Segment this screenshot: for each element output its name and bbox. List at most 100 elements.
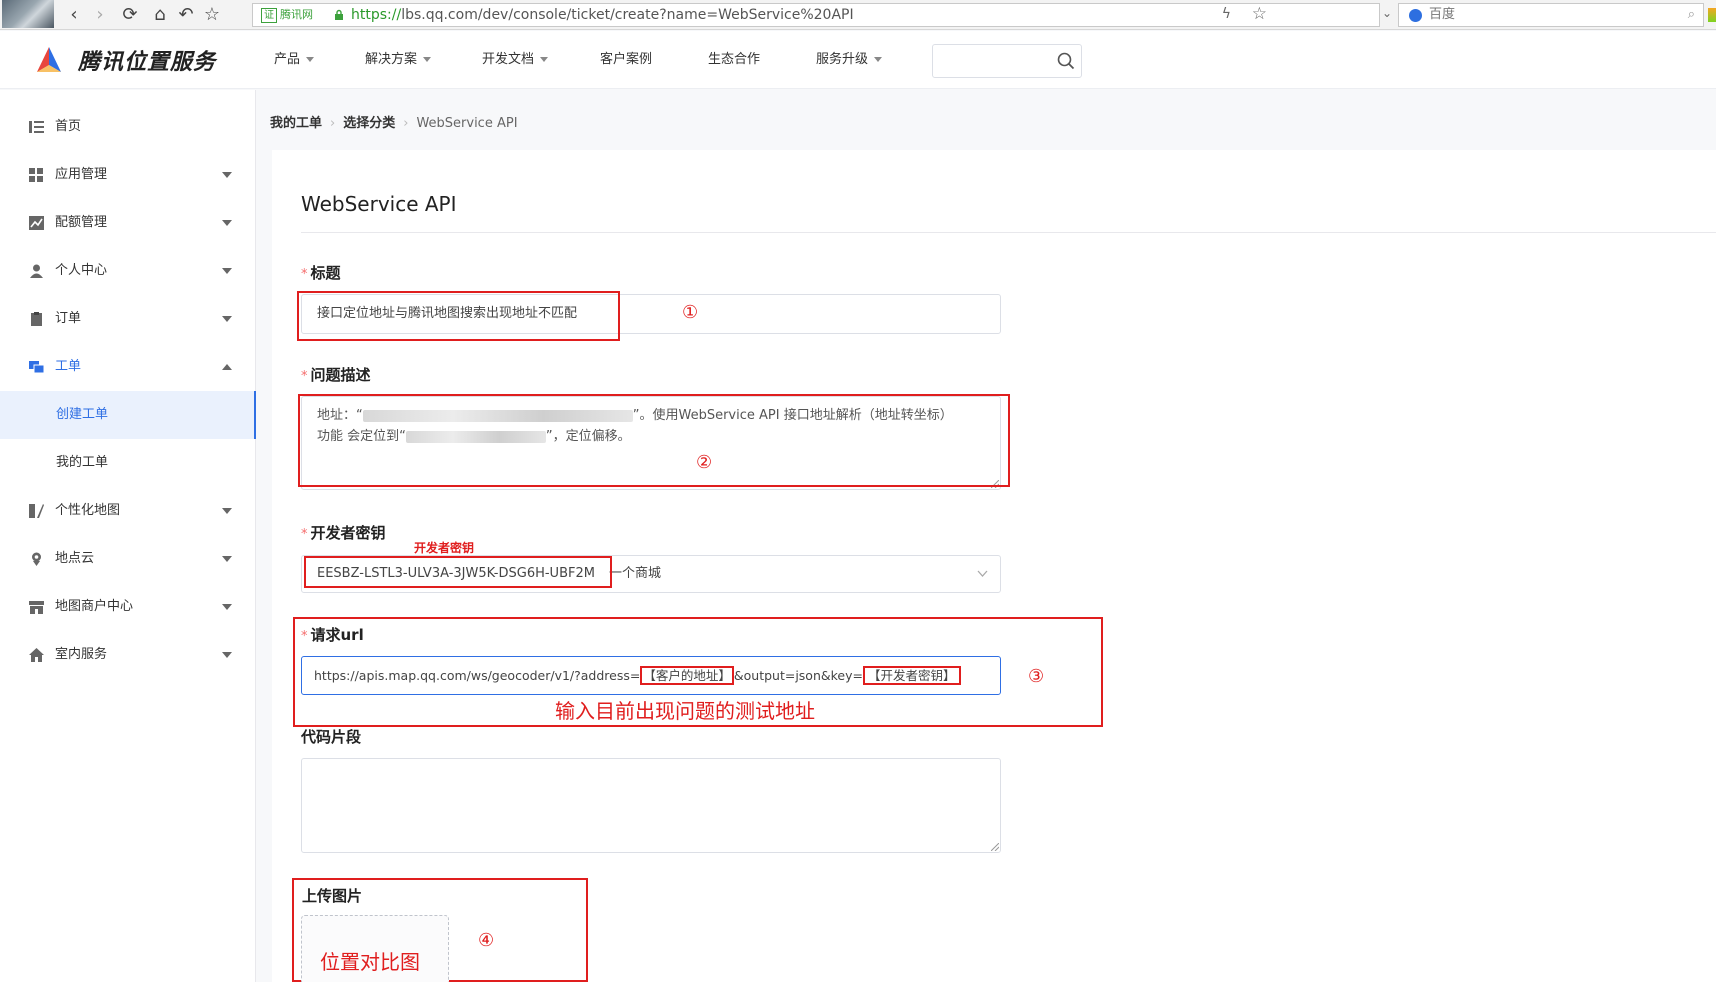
url-part-base: https://apis.map.qq.com/ws/geocoder/v1/?… (314, 668, 641, 683)
baidu-paw-icon (1409, 9, 1422, 22)
url-part-params: &output=json&key= (733, 668, 863, 683)
key-app-name: 一个商城 (608, 566, 661, 581)
extension-icon[interactable] (1708, 8, 1716, 22)
nav-docs[interactable]: 开发文档 (482, 31, 549, 89)
nav-cases[interactable]: 客户案例 (600, 31, 652, 89)
chevron-down-icon (874, 57, 883, 62)
list-icon (29, 121, 44, 133)
bookmark-star-icon[interactable]: ☆ (200, 3, 224, 27)
sidebar-subitem-create-ticket[interactable]: 创建工单 (0, 391, 256, 439)
site-header: 腾讯位置服务 产品 解决方案 开发文档 客户案例 生态合作 服务升级 (0, 31, 1716, 89)
browser-toolbar: ‹ › ⟳ ⌂ ↶ ☆ 证腾讯网 https://lbs.qq.com/dev/… (0, 0, 1716, 30)
annotation-box-1 (297, 291, 620, 341)
annotation-box-key (304, 556, 612, 588)
chevron-down-icon (222, 508, 232, 514)
annotation-number-1: ① (682, 302, 699, 323)
title-divider (301, 232, 1716, 233)
custom-map-icon (29, 504, 44, 518)
breadcrumb: 我的工单 › 选择分类 › WebService API (270, 112, 518, 131)
sidebar-item-label: 工单 (55, 359, 82, 374)
code-textarea[interactable] (301, 758, 1001, 853)
search-engine-box[interactable]: 百度 ⌕ (1398, 3, 1704, 27)
nav-upgrade[interactable]: 服务升级 (816, 31, 883, 89)
url-part-address: 【客户的地址】 (640, 666, 734, 685)
home-icon[interactable]: ⌂ (148, 3, 172, 27)
sidebar-item-tickets[interactable]: 工单 (0, 343, 256, 391)
user-icon (30, 264, 43, 278)
sidebar-item-quota[interactable]: 配额管理 (0, 199, 256, 247)
sidebar-item-label: 个性化地图 (55, 503, 121, 518)
header-search-input[interactable] (932, 44, 1082, 78)
breadcrumb-select-category[interactable]: 选择分类 (343, 116, 395, 131)
chevron-down-icon (222, 652, 232, 658)
breadcrumb-current: WebService API (416, 116, 518, 131)
nav-ecosystem[interactable]: 生态合作 (708, 31, 760, 89)
home-icon (29, 648, 44, 662)
sidebar-item-indoor[interactable]: 室内服务 (0, 631, 256, 679)
sidebar-item-merchant-center[interactable]: 地图商户中心 (0, 583, 256, 631)
dropdown-chevron-icon[interactable]: ⌄ (1382, 6, 1392, 20)
lightning-icon[interactable]: ϟ (1222, 6, 1231, 22)
chevron-down-icon (977, 570, 988, 577)
undo-icon[interactable]: ↶ (174, 3, 198, 27)
url-input[interactable]: https://apis.map.qq.com/ws/geocoder/v1/?… (301, 656, 1001, 695)
sidebar-item-label: 订单 (55, 311, 82, 326)
url-text[interactable]: https://lbs.qq.com/dev/console/ticket/cr… (351, 4, 854, 26)
sidebar-subitem-label: 我的工单 (56, 455, 109, 470)
nav-solutions[interactable]: 解决方案 (365, 31, 432, 89)
search-icon[interactable] (1057, 52, 1075, 70)
chevron-down-icon (306, 57, 315, 62)
logo-icon (37, 47, 61, 72)
subject-label: * 标题 (301, 264, 341, 282)
chevron-down-icon (222, 172, 232, 178)
refresh-icon[interactable]: ⟳ (118, 3, 142, 27)
upload-label: 上传图片 (302, 887, 363, 905)
nav-products[interactable]: 产品 (274, 31, 315, 89)
chevron-down-icon (222, 220, 232, 226)
sidebar-subitem-my-tickets[interactable]: 我的工单 (0, 439, 256, 487)
annotation-number-4: ④ (478, 930, 495, 951)
url-part-key: 【开发者密钥】 (862, 666, 961, 685)
clipboard-icon (31, 312, 42, 326)
annotation-box-2 (298, 394, 1010, 487)
sidebar-subitem-label: 创建工单 (56, 407, 109, 422)
chevron-down-icon (540, 57, 549, 62)
sidebar-item-label: 个人中心 (55, 263, 108, 278)
sidebar-item-place-cloud[interactable]: 地点云 (0, 535, 256, 583)
resize-handle-icon[interactable] (991, 843, 999, 851)
back-icon[interactable]: ‹ (62, 3, 86, 27)
address-bar[interactable]: 证腾讯网 https://lbs.qq.com/dev/console/tick… (252, 3, 1380, 27)
search-engine-label: 百度 (1429, 7, 1456, 22)
favorite-star-icon[interactable]: ☆ (1252, 4, 1267, 24)
chart-icon (29, 216, 44, 230)
annotation-number-2: ② (696, 452, 713, 473)
annotation-number-3: ③ (1028, 666, 1045, 687)
page-title: WebService API (301, 192, 457, 216)
breadcrumb-separator-icon: › (330, 116, 336, 131)
chevron-down-icon (222, 268, 232, 274)
sidebar: 首页 应用管理 配额管理 个人中心 订单 工单 创建工单 我的工单 个性化地图 … (0, 90, 256, 982)
key-annotation: 开发者密钥 (414, 541, 475, 555)
certificate-badge: 证腾讯网 (261, 7, 313, 23)
logo-text[interactable]: 腾讯位置服务 (78, 44, 216, 76)
sidebar-item-custom-map[interactable]: 个性化地图 (0, 487, 256, 535)
breadcrumb-my-tickets[interactable]: 我的工单 (270, 116, 322, 131)
ticket-icon (29, 361, 44, 374)
sidebar-item-label: 应用管理 (55, 167, 108, 182)
sidebar-item-label: 配额管理 (55, 215, 108, 230)
sidebar-item-home[interactable]: 首页 (0, 103, 256, 151)
url-annotation: 输入目前出现问题的测试地址 (555, 699, 815, 723)
key-label: * 开发者密钥 (301, 524, 386, 542)
apps-icon (29, 168, 43, 182)
forward-icon[interactable]: › (88, 3, 112, 27)
chevron-down-icon (423, 57, 432, 62)
sidebar-item-label: 地点云 (55, 551, 95, 566)
location-pin-icon (32, 552, 41, 566)
breadcrumb-separator-icon: › (403, 116, 409, 131)
sidebar-item-profile[interactable]: 个人中心 (0, 247, 256, 295)
sidebar-item-apps[interactable]: 应用管理 (0, 151, 256, 199)
url-label: * 请求url (301, 626, 364, 644)
sidebar-item-orders[interactable]: 订单 (0, 295, 256, 343)
search-icon[interactable]: ⌕ (1688, 4, 1695, 26)
profile-avatar[interactable] (2, 0, 54, 28)
